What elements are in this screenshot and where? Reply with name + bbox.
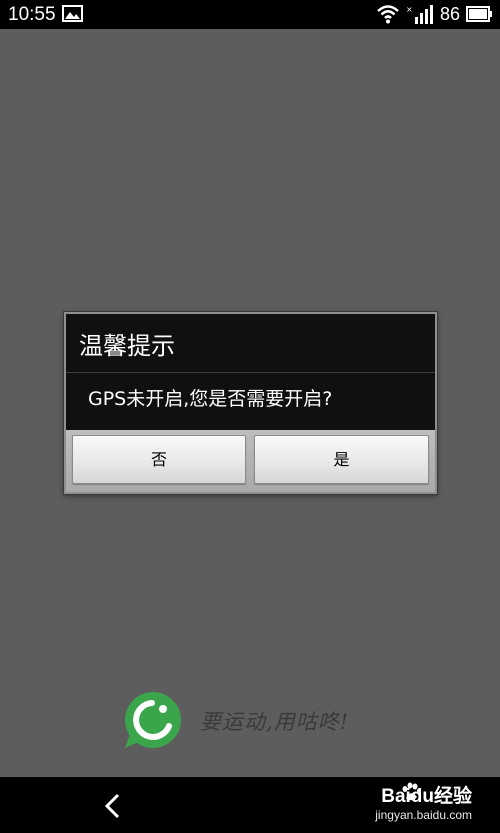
brand-slogan: 要运动,用咕咚! bbox=[200, 710, 350, 734]
no-button[interactable]: 否 bbox=[72, 435, 246, 484]
signal-icon: × bbox=[406, 5, 433, 24]
image-notification-icon bbox=[62, 5, 83, 22]
yes-button[interactable]: 是 bbox=[254, 435, 429, 484]
battery-level: 86 bbox=[440, 4, 461, 24]
watermark-text: Baidu经验 bbox=[381, 786, 472, 807]
wifi-icon bbox=[377, 5, 399, 24]
navigation-bar: Baidu经验 jingyan.baidu.com bbox=[0, 777, 500, 833]
dialog-header: 温馨提示 GPS未开启,您是否需要开启? bbox=[66, 314, 435, 430]
dialog-message: GPS未开启,您是否需要开启? bbox=[88, 388, 333, 410]
status-time: 10:55 bbox=[8, 4, 56, 25]
title-divider bbox=[66, 372, 435, 373]
svg-text:×: × bbox=[406, 5, 413, 14]
codoon-logo-icon bbox=[125, 692, 181, 748]
back-icon[interactable] bbox=[103, 793, 123, 819]
status-bar: 10:55 × 86 bbox=[0, 0, 500, 29]
watermark-url: jingyan.baidu.com bbox=[375, 808, 472, 822]
dialog-title: 温馨提示 bbox=[79, 332, 175, 360]
battery-icon bbox=[466, 6, 492, 22]
gps-prompt-dialog: 温馨提示 GPS未开启,您是否需要开启? 否 是 bbox=[64, 312, 437, 494]
baidu-jingyan-watermark: Baidu经验 jingyan.baidu.com bbox=[375, 786, 472, 822]
dialog-button-bar: 否 是 bbox=[66, 430, 435, 492]
